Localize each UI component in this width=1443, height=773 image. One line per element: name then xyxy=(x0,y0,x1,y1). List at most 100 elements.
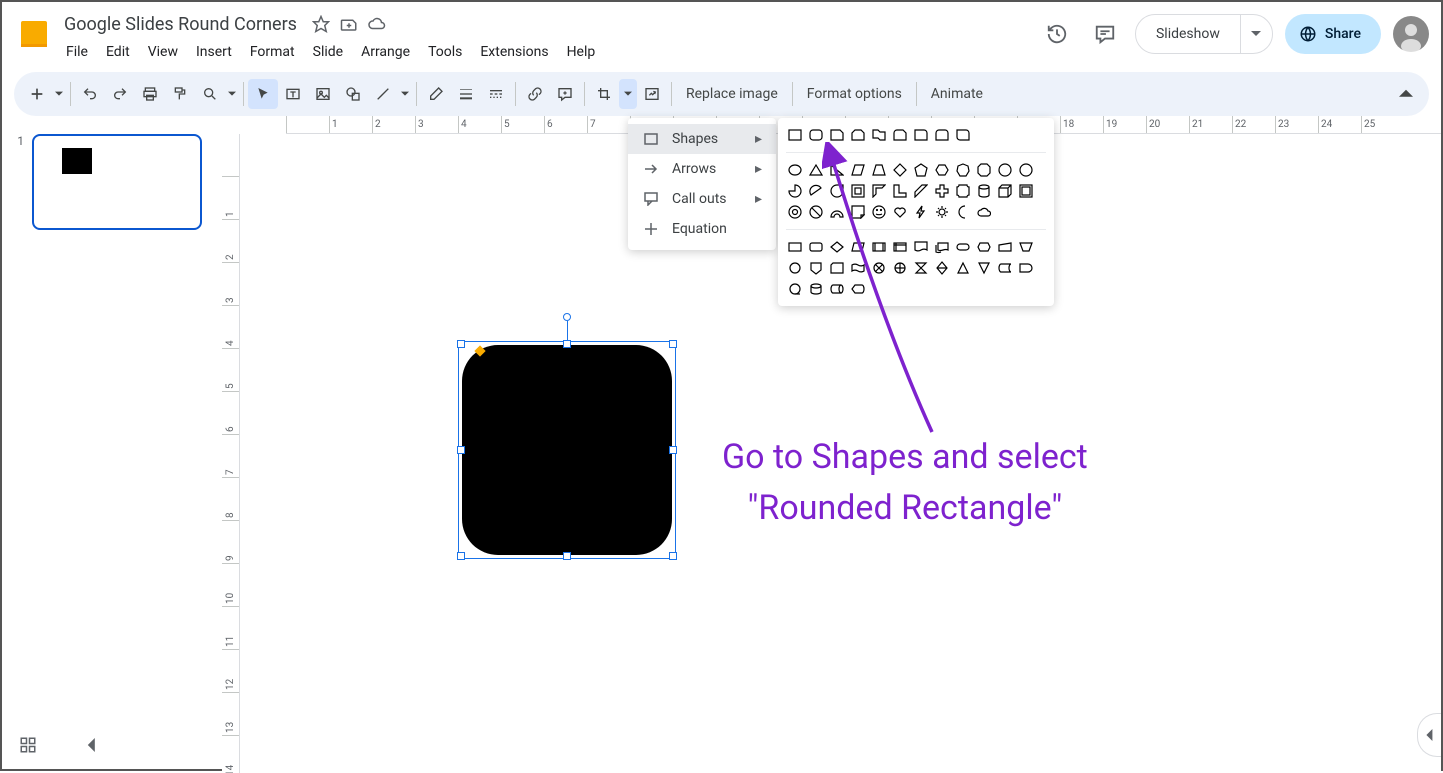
shape-round-single[interactable] xyxy=(912,126,930,144)
shape-teardrop[interactable] xyxy=(828,182,846,200)
mask-caret[interactable] xyxy=(619,79,637,109)
menu-extensions[interactable]: Extensions xyxy=(472,40,556,64)
mask-menu-arrows[interactable]: Arrows ▸ xyxy=(628,154,776,184)
resize-handle-mr[interactable] xyxy=(669,446,677,454)
menu-arrange[interactable]: Arrange xyxy=(353,40,418,64)
shape-can[interactable] xyxy=(975,182,993,200)
shape-fc-alt-process[interactable] xyxy=(807,238,825,256)
shape-fc-manual-op[interactable] xyxy=(1017,238,1035,256)
shape-right-triangle[interactable] xyxy=(828,161,846,179)
new-slide-button[interactable] xyxy=(22,79,52,109)
shape-fc-stored[interactable] xyxy=(996,259,1014,277)
shape-snip-same[interactable] xyxy=(849,126,867,144)
shape-frame[interactable] xyxy=(849,182,867,200)
shape-oval[interactable] xyxy=(786,161,804,179)
shape-block-arc[interactable] xyxy=(828,203,846,221)
shape-l-shape[interactable] xyxy=(891,182,909,200)
shape-fc-document[interactable] xyxy=(912,238,930,256)
reset-image-button[interactable] xyxy=(637,79,667,109)
shape-fc-extract[interactable] xyxy=(954,259,972,277)
image-button[interactable] xyxy=(308,79,338,109)
prev-button[interactable] xyxy=(78,731,106,759)
shape-fc-manual-input[interactable] xyxy=(996,238,1014,256)
share-button[interactable]: Share xyxy=(1285,14,1381,54)
shape-fc-multi-doc[interactable] xyxy=(933,238,951,256)
shape-donut[interactable] xyxy=(786,203,804,221)
shape-fc-process[interactable] xyxy=(786,238,804,256)
shape-diamond[interactable] xyxy=(891,161,909,179)
shape-fc-terminator[interactable] xyxy=(954,238,972,256)
redo-button[interactable] xyxy=(105,79,135,109)
select-tool-button[interactable] xyxy=(248,79,278,109)
menu-format[interactable]: Format xyxy=(242,40,303,64)
menu-edit[interactable]: Edit xyxy=(98,40,138,64)
shape-lightning[interactable] xyxy=(912,203,930,221)
shape-fc-or[interactable] xyxy=(891,259,909,277)
resize-handle-tm[interactable] xyxy=(563,340,571,348)
resize-handle-ml[interactable] xyxy=(457,446,465,454)
shape-heart[interactable] xyxy=(891,203,909,221)
shape-snip-round[interactable] xyxy=(891,126,909,144)
shape-fc-collate[interactable] xyxy=(912,259,930,277)
shape-fc-sort[interactable] xyxy=(933,259,951,277)
shape-smiley[interactable] xyxy=(870,203,888,221)
collapse-toolbar-button[interactable] xyxy=(1391,79,1421,109)
mask-menu-callouts[interactable]: Call outs ▸ xyxy=(628,184,776,214)
undo-button[interactable] xyxy=(75,79,105,109)
line-button[interactable] xyxy=(368,79,398,109)
menu-file[interactable]: File xyxy=(58,40,96,64)
border-weight-button[interactable] xyxy=(451,79,481,109)
shape-trapezoid[interactable] xyxy=(870,161,888,179)
shape-cloud[interactable] xyxy=(975,203,993,221)
line-caret[interactable] xyxy=(398,90,412,98)
border-dash-button[interactable] xyxy=(481,79,511,109)
shape-diagonal-stripe[interactable] xyxy=(912,182,930,200)
resize-handle-tl[interactable] xyxy=(457,340,465,348)
menu-slide[interactable]: Slide xyxy=(305,40,351,64)
shape-round-same[interactable] xyxy=(933,126,951,144)
link-button[interactable] xyxy=(520,79,550,109)
shape-rounded-rectangle[interactable] xyxy=(807,126,825,144)
resize-handle-bm[interactable] xyxy=(563,552,571,560)
shape-sun[interactable] xyxy=(933,203,951,221)
print-button[interactable] xyxy=(135,79,165,109)
shape-fc-card[interactable] xyxy=(828,259,846,277)
replace-image-button[interactable]: Replace image xyxy=(676,86,788,102)
zoom-button[interactable] xyxy=(195,79,225,109)
shape-chord[interactable] xyxy=(807,182,825,200)
shape-round-diagonal[interactable] xyxy=(954,126,972,144)
shape-triangle[interactable] xyxy=(807,161,825,179)
document-title[interactable]: Google Slides Round Corners xyxy=(58,12,303,37)
app-logo[interactable] xyxy=(14,14,54,54)
resize-handle-br[interactable] xyxy=(669,552,677,560)
comment-icon[interactable] xyxy=(1087,16,1123,52)
shape-fc-connector[interactable] xyxy=(786,259,804,277)
shape-pie[interactable] xyxy=(786,182,804,200)
menu-help[interactable]: Help xyxy=(559,40,604,64)
textbox-button[interactable] xyxy=(278,79,308,109)
star-icon[interactable] xyxy=(311,14,331,34)
mask-menu-shapes[interactable]: Shapes ▸ xyxy=(628,124,776,154)
resize-handle-tr[interactable] xyxy=(669,340,677,348)
shape-cube[interactable] xyxy=(996,182,1014,200)
grid-view-button[interactable] xyxy=(14,731,42,759)
shape-plaque[interactable] xyxy=(954,182,972,200)
user-avatar[interactable] xyxy=(1393,16,1429,52)
rotation-handle[interactable] xyxy=(563,313,571,321)
shape-button[interactable] xyxy=(338,79,368,109)
shape-moon[interactable] xyxy=(954,203,972,221)
shape-fc-magdisk[interactable] xyxy=(807,280,825,298)
slideshow-button[interactable]: Slideshow xyxy=(1136,15,1240,53)
shape-heptagon[interactable] xyxy=(954,161,972,179)
shape-octagon[interactable] xyxy=(975,161,993,179)
animate-button[interactable]: Animate xyxy=(921,86,993,102)
shape-fc-directaccess[interactable] xyxy=(828,280,846,298)
paint-format-button[interactable] xyxy=(165,79,195,109)
shape-parallelogram[interactable] xyxy=(849,161,867,179)
add-comment-button[interactable] xyxy=(550,79,580,109)
shape-hexagon[interactable] xyxy=(933,161,951,179)
shape-fc-delay[interactable] xyxy=(1017,259,1035,277)
menu-view[interactable]: View xyxy=(140,40,186,64)
shape-fc-predefined[interactable] xyxy=(870,238,888,256)
shape-fc-seqstorage[interactable] xyxy=(786,280,804,298)
